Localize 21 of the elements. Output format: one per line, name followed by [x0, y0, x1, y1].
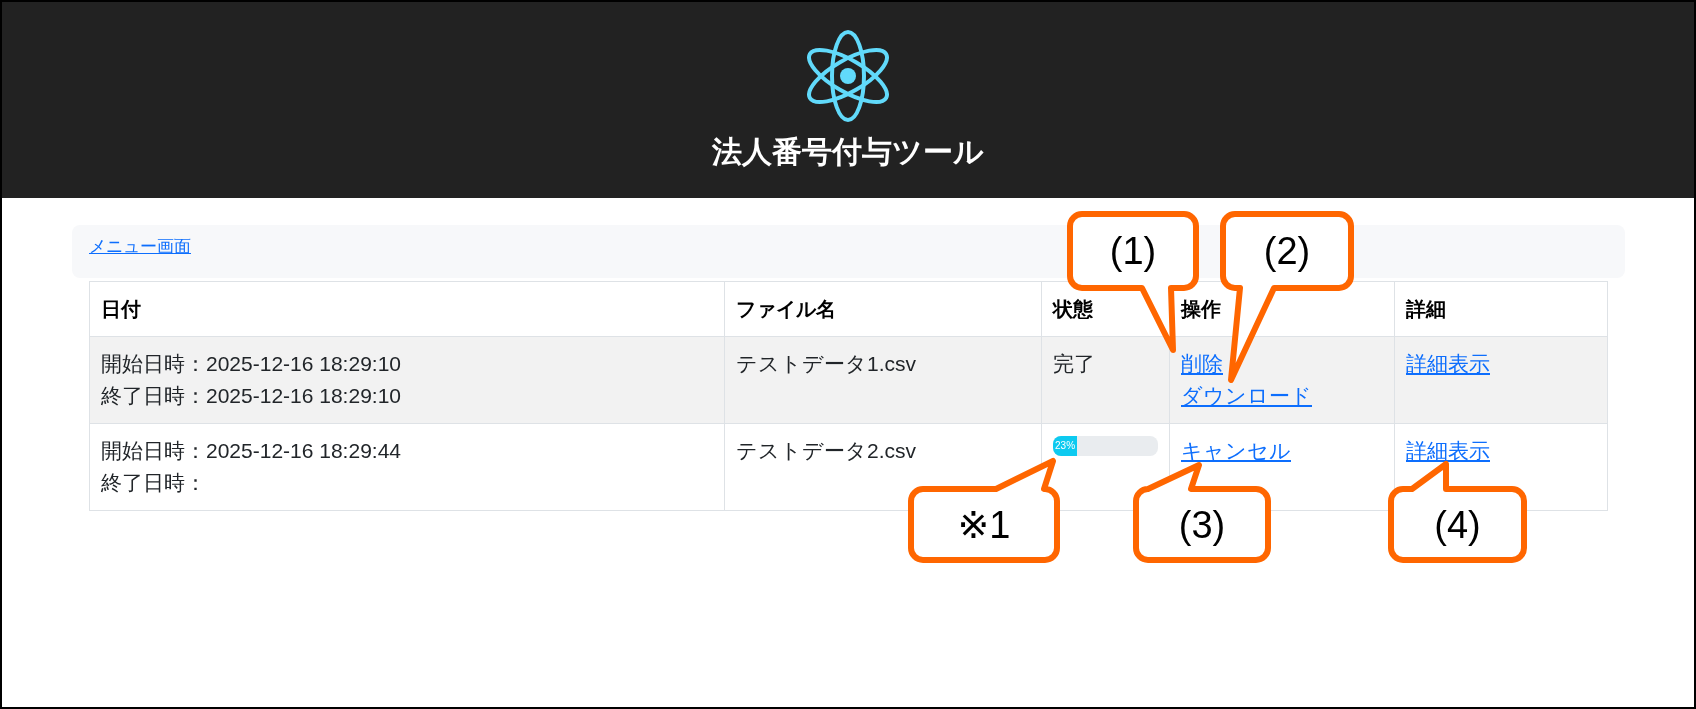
- atom-icon: [807, 30, 889, 122]
- start-time-text: 開始日時：2025-12-16 18:29:44: [101, 438, 402, 464]
- menu-link[interactable]: メニュー画面: [89, 237, 191, 256]
- column-header: 日付: [89, 281, 725, 337]
- column-header: ファイル名: [724, 281, 1042, 337]
- callout-label: (3): [1178, 502, 1226, 547]
- detail-link[interactable]: 詳細表示: [1406, 435, 1490, 467]
- file-name-cell: テストデータ1.csv: [724, 336, 1042, 424]
- callout-label: (4): [1434, 502, 1481, 547]
- callout-label: (2): [1263, 229, 1311, 273]
- end-time-text: 終了日時：2025-12-16 18:29:10: [101, 383, 402, 409]
- end-time-text: 終了日時：: [101, 470, 207, 496]
- action-link[interactable]: キャンセル: [1181, 435, 1291, 467]
- progress-label: 23%: [1055, 440, 1076, 452]
- detail-link[interactable]: 詳細表示: [1406, 348, 1490, 380]
- callout-label: (1): [1109, 229, 1157, 273]
- action-link[interactable]: 削除: [1181, 348, 1223, 380]
- column-header: 詳細: [1394, 281, 1608, 337]
- app-title: 法人番号付与ツール: [712, 134, 984, 170]
- start-time-text: 開始日時：2025-12-16 18:29:10: [101, 351, 402, 377]
- action-link[interactable]: ダウンロード: [1181, 380, 1312, 412]
